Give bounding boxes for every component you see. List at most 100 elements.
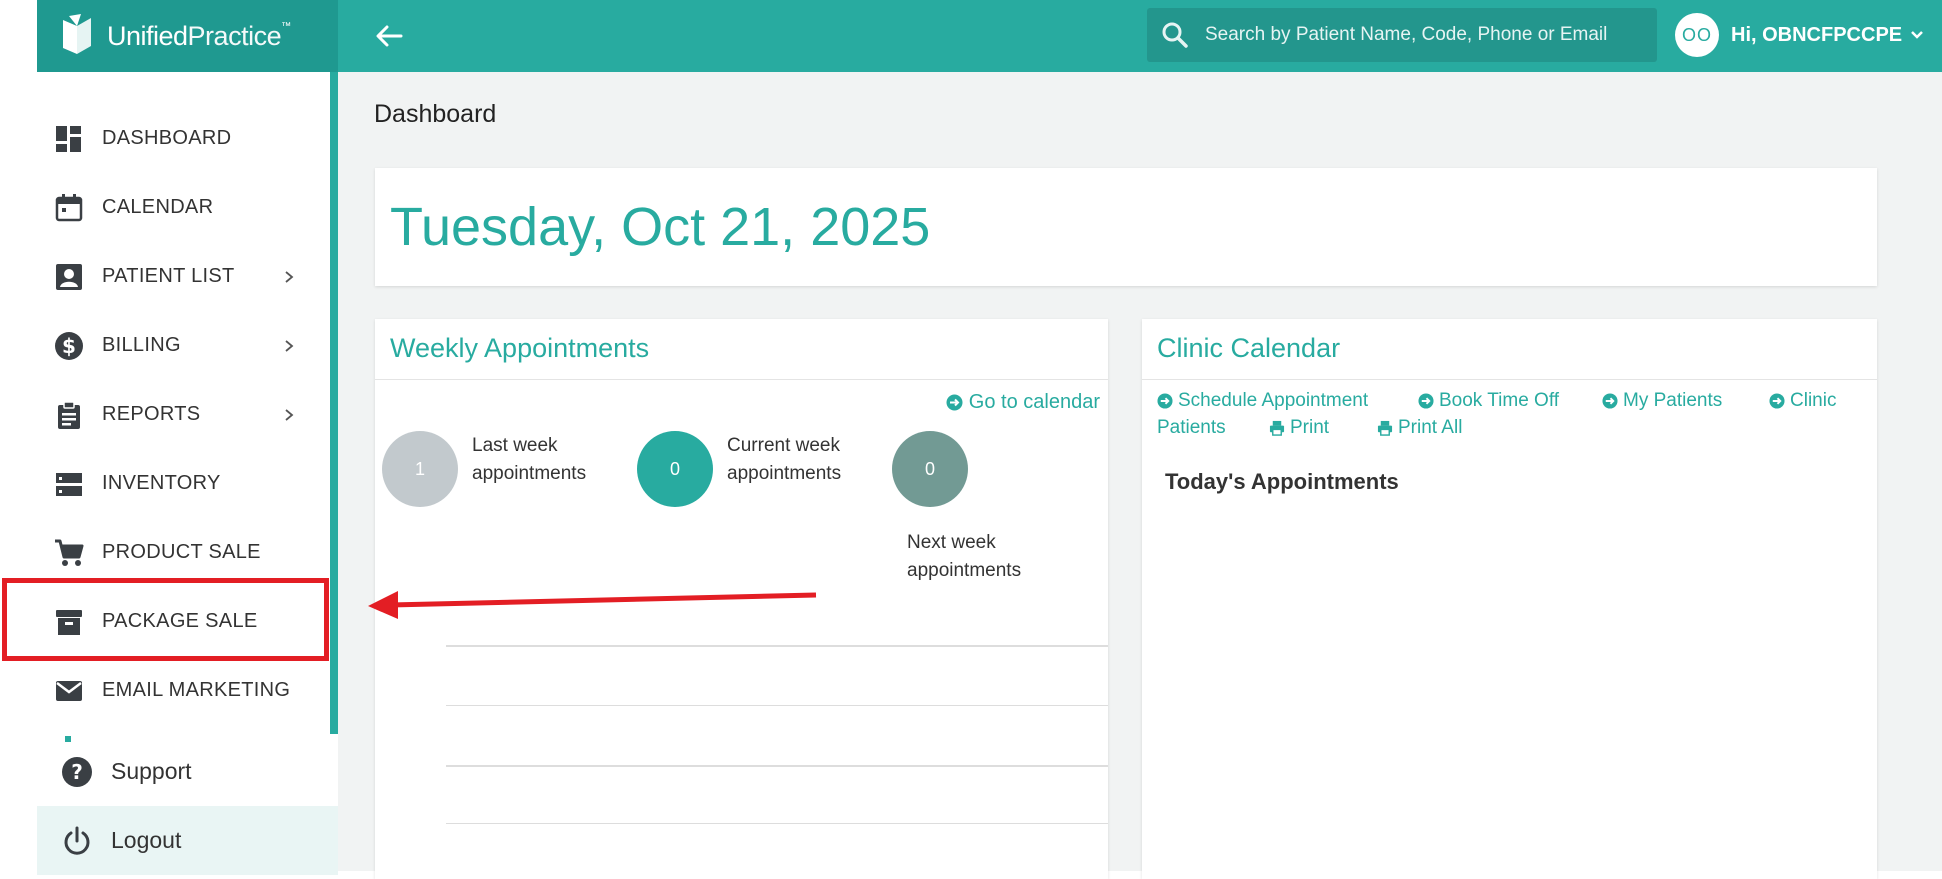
sidebar-item-label: BILLING (102, 334, 181, 356)
sidebar-item-email-marketing[interactable]: EMAIL MARKETING (37, 656, 330, 725)
chart-gridline (446, 645, 1108, 647)
print-icon (1269, 420, 1285, 436)
power-icon (64, 826, 90, 855)
book-time-off-link[interactable]: Book Time Off (1418, 387, 1559, 414)
sidebar-item-label: DASHBOARD (102, 127, 232, 149)
sidebar-item-label: CALENDAR (102, 196, 214, 218)
go-to-calendar-link[interactable]: Go to calendar (946, 391, 1100, 414)
sidebar-item-reports[interactable]: REPORTS (37, 380, 330, 449)
dollar-icon: $ (55, 331, 83, 360)
arrow-circle-right-icon (1769, 392, 1785, 409)
current-date: Tuesday, Oct 21, 2025 (390, 197, 931, 257)
schedule-appointment-link[interactable]: Schedule Appointment (1157, 387, 1368, 414)
next-week-label-line2: appointments (907, 560, 1022, 581)
clinic-patients-label-2: Patients (1157, 417, 1226, 438)
patient-icon (56, 263, 82, 290)
main-content: Dashboard Tuesday, Oct 21, 2025 Weekly A… (338, 72, 1942, 879)
next-week-count: 0 (892, 431, 968, 507)
my-patients-label: My Patients (1623, 390, 1723, 411)
divider (1142, 379, 1877, 380)
arrow-circle-right-icon (946, 394, 963, 411)
sidebar-item-product-sale[interactable]: PRODUCT SALE (37, 518, 330, 587)
book-time-off-label: Book Time Off (1439, 390, 1560, 411)
print-label: Print (1290, 417, 1330, 438)
current-week-label: Current week appointments (727, 432, 877, 488)
clinic-patients-link[interactable]: Clinic (1769, 387, 1836, 414)
current-week-label-line2: appointments (727, 463, 842, 484)
sidebar: DASHBOARD CALENDAR PATIENT LIST $ BILLIN… (37, 72, 338, 875)
sidebar-item-label: PRODUCT SALE (102, 541, 261, 563)
brand-logo-area[interactable]: UnifiedPractice™ (37, 0, 338, 72)
arrow-circle-right-icon (1602, 392, 1618, 409)
clinic-patients-label-1: Clinic (1790, 390, 1837, 411)
mail-icon (56, 680, 82, 701)
back-arrow-icon[interactable] (371, 18, 407, 54)
print-all-label: Print All (1398, 417, 1463, 438)
sidebar-item-billing[interactable]: $ BILLING (37, 311, 330, 380)
cart-icon (55, 539, 84, 566)
avatar: OO (1675, 13, 1719, 57)
svg-text:$: $ (62, 334, 76, 358)
my-patients-link[interactable]: My Patients (1602, 387, 1722, 414)
search-icon (1162, 22, 1188, 48)
date-card: Tuesday, Oct 21, 2025 (375, 168, 1877, 286)
next-week-label-line1: Next week (907, 532, 996, 553)
print-all-link[interactable]: Print All (1377, 414, 1462, 441)
clinic-calendar-card: Clinic Calendar Schedule Appointment Boo… (1142, 319, 1877, 879)
todays-appointments-heading: Today's Appointments (1165, 469, 1399, 494)
chevron-right-icon (285, 408, 294, 421)
weekly-appointments-title: Weekly Appointments (390, 333, 650, 363)
current-week-label-line1: Current week (727, 435, 840, 456)
logout-link[interactable]: Logout (37, 806, 338, 875)
last-week-label: Last week appointments (472, 432, 622, 488)
svg-text:?: ? (71, 760, 83, 784)
chevron-down-icon (1911, 31, 1924, 39)
next-week-label: Next week appointments (907, 529, 1057, 585)
sidebar-item-dashboard[interactable]: DASHBOARD (37, 104, 330, 173)
brand-name: UnifiedPractice™ (107, 21, 291, 52)
schedule-appointment-label: Schedule Appointment (1178, 390, 1369, 411)
current-week-count: 0 (637, 431, 713, 507)
chart-gridline (446, 705, 1108, 706)
divider (375, 379, 1108, 380)
sidebar-item-label: INVENTORY (102, 472, 221, 494)
sidebar-item-patient-list[interactable]: PATIENT LIST (37, 242, 330, 311)
chevron-right-icon (285, 339, 294, 352)
page-title: Dashboard (374, 100, 497, 128)
annotation-arrow (368, 591, 817, 619)
clipboard-icon (58, 400, 80, 429)
sidebar-item-label: PATIENT LIST (102, 265, 235, 287)
last-week-label-line2: appointments (472, 463, 587, 484)
dashboard-icon (56, 125, 81, 152)
arrow-circle-right-icon (1157, 392, 1173, 409)
sidebar-item-inventory[interactable]: INVENTORY (37, 449, 330, 518)
user-menu[interactable]: OO Hi, OBNCFPCCPE (1675, 12, 1924, 58)
sidebar-item-calendar[interactable]: CALENDAR (37, 173, 330, 242)
clinic-patients-link-continued[interactable]: Patients (1157, 414, 1226, 441)
chart-gridline (446, 823, 1108, 824)
user-greeting: Hi, OBNCFPCCPE (1731, 23, 1903, 46)
calendar-icon (55, 193, 83, 221)
print-link[interactable]: Print (1269, 414, 1329, 441)
brand-name-light: Practice (187, 20, 282, 51)
top-bar: UnifiedPractice™ OO Hi, OBNCFPCCPE (37, 0, 1942, 72)
last-week-count: 1 (382, 431, 458, 507)
chart-gridline (446, 765, 1108, 767)
support-label: Support (111, 758, 192, 784)
arrow-circle-right-icon (1418, 392, 1434, 409)
chevron-right-icon (285, 270, 294, 283)
sidebar-scrollbar[interactable] (330, 72, 338, 734)
brand-name-bold: Unified (107, 20, 188, 51)
brand-tm: ™ (281, 20, 291, 32)
sidebar-item-label: EMAIL MARKETING (102, 679, 291, 701)
sidebar-item-label: REPORTS (102, 403, 201, 425)
annotation-highlight-box (2, 578, 329, 661)
help-icon: ? (62, 756, 92, 787)
inventory-icon (56, 472, 82, 496)
support-link[interactable]: ? Support (37, 737, 338, 806)
search-input[interactable] (1205, 24, 1645, 46)
logo-icon (63, 14, 91, 54)
last-week-label-line1: Last week (472, 435, 558, 456)
go-to-calendar-label: Go to calendar (968, 391, 1100, 413)
clinic-calendar-title: Clinic Calendar (1157, 333, 1341, 363)
